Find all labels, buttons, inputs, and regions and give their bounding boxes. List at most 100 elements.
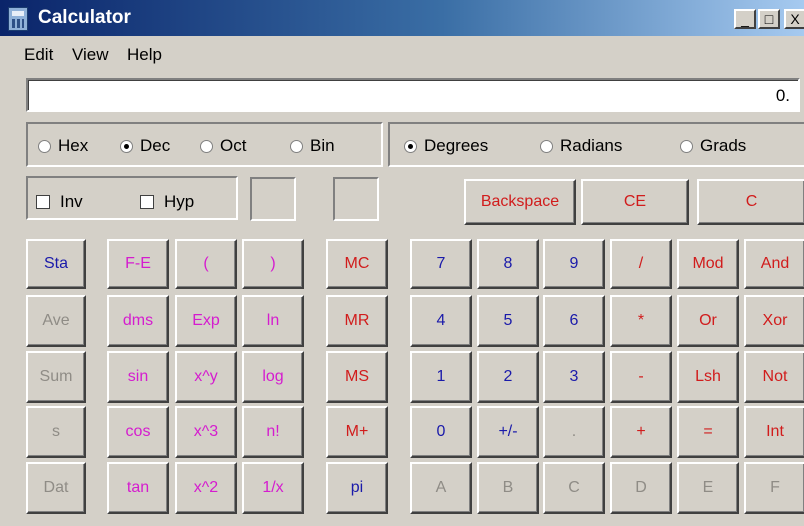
sum-button[interactable]: Sum: [26, 351, 86, 403]
digit-9-button[interactable]: 9: [543, 239, 605, 289]
add-button[interactable]: +: [610, 406, 672, 458]
radio-oct-indicator: [200, 139, 213, 153]
radio-hex-indicator: [38, 139, 51, 153]
radio-bin-label: Bin: [310, 136, 335, 155]
digit-8-button[interactable]: 8: [477, 239, 539, 289]
digit-5-button[interactable]: 5: [477, 295, 539, 347]
mod-button[interactable]: Mod: [677, 239, 739, 289]
factorial-button[interactable]: n!: [242, 406, 304, 458]
hex-a-button[interactable]: A: [410, 462, 472, 514]
digit-4-button[interactable]: 4: [410, 295, 472, 347]
parenthesis-indicator: [250, 177, 296, 221]
minimize-button[interactable]: _: [734, 9, 756, 29]
hex-d-button[interactable]: D: [610, 462, 672, 514]
radio-degrees-label: Degrees: [424, 136, 489, 155]
ln-button[interactable]: ln: [242, 295, 304, 347]
window-title: Calculator: [38, 7, 131, 28]
inv-hyp-group: Inv Hyp: [26, 176, 238, 220]
number-base-group: Hex Dec Oct Bin: [26, 122, 383, 167]
not-button[interactable]: Not: [744, 351, 804, 403]
open-paren-button[interactable]: (: [175, 239, 237, 289]
radio-hex-label: Hex: [58, 136, 89, 155]
sta-button[interactable]: Sta: [26, 239, 86, 289]
sin-button[interactable]: sin: [107, 351, 169, 403]
radio-oct[interactable]: Oct: [200, 136, 246, 156]
digit-1-button[interactable]: 1: [410, 351, 472, 403]
result-display: 0.: [26, 78, 800, 112]
int-button[interactable]: Int: [744, 406, 804, 458]
digit-6-button[interactable]: 6: [543, 295, 605, 347]
digit-2-button[interactable]: 2: [477, 351, 539, 403]
digit-0-button[interactable]: 0: [410, 406, 472, 458]
checkbox-inv-label: Inv: [60, 192, 83, 211]
hex-b-button[interactable]: B: [477, 462, 539, 514]
equals-button[interactable]: =: [677, 406, 739, 458]
radio-degrees-indicator: [404, 139, 417, 153]
mc-button[interactable]: MC: [326, 239, 388, 289]
checkbox-hyp-box: [140, 195, 154, 209]
and-button[interactable]: And: [744, 239, 804, 289]
radio-bin-indicator: [290, 139, 303, 153]
radio-grads-label: Grads: [700, 136, 747, 155]
x-pow-y-button[interactable]: x^y: [175, 351, 237, 403]
close-paren-button[interactable]: ): [242, 239, 304, 289]
ave-button[interactable]: Ave: [26, 295, 86, 347]
memory-indicator: [333, 177, 379, 221]
subtract-button[interactable]: -: [610, 351, 672, 403]
cos-button[interactable]: cos: [107, 406, 169, 458]
close-button[interactable]: X: [784, 9, 804, 29]
menu-help[interactable]: Help: [127, 44, 162, 66]
checkbox-hyp[interactable]: Hyp: [140, 192, 194, 212]
m-plus-button[interactable]: M+: [326, 406, 388, 458]
display-value: 0.: [775, 86, 790, 105]
radio-dec[interactable]: Dec: [120, 136, 170, 156]
dat-button[interactable]: Dat: [26, 462, 86, 514]
x-cubed-button[interactable]: x^3: [175, 406, 237, 458]
radio-bin[interactable]: Bin: [290, 136, 335, 156]
ms-button[interactable]: MS: [326, 351, 388, 403]
fe-button[interactable]: F-E: [107, 239, 169, 289]
log-button[interactable]: log: [242, 351, 304, 403]
hex-c-button[interactable]: C: [543, 462, 605, 514]
tan-button[interactable]: tan: [107, 462, 169, 514]
or-button[interactable]: Or: [677, 295, 739, 347]
checkbox-inv[interactable]: Inv: [36, 192, 83, 212]
calculator-icon: [8, 7, 28, 31]
radio-radians-label: Radians: [560, 136, 623, 155]
clear-button[interactable]: C: [697, 179, 804, 225]
digit-3-button[interactable]: 3: [543, 351, 605, 403]
radio-radians[interactable]: Radians: [540, 136, 622, 156]
mr-button[interactable]: MR: [326, 295, 388, 347]
maximize-button[interactable]: □: [758, 9, 780, 29]
std-dev-button[interactable]: s: [26, 406, 86, 458]
dms-button[interactable]: dms: [107, 295, 169, 347]
menu-edit[interactable]: Edit: [24, 44, 53, 66]
negate-button[interactable]: +/-: [477, 406, 539, 458]
hex-f-button[interactable]: F: [744, 462, 804, 514]
radio-dec-indicator: [120, 139, 133, 153]
radio-grads[interactable]: Grads: [680, 136, 746, 156]
calculator-window: Calculator _ □ X Edit View Help 0. Hex D…: [0, 0, 804, 526]
menu-view[interactable]: View: [72, 44, 109, 66]
reciprocal-button[interactable]: 1/x: [242, 462, 304, 514]
lsh-button[interactable]: Lsh: [677, 351, 739, 403]
radio-radians-indicator: [540, 139, 553, 153]
xor-button[interactable]: Xor: [744, 295, 804, 347]
angle-unit-group: Degrees Radians Grads: [388, 122, 804, 167]
checkbox-hyp-label: Hyp: [164, 192, 195, 211]
hex-e-button[interactable]: E: [677, 462, 739, 514]
pi-button[interactable]: pi: [326, 462, 388, 514]
decimal-point-button[interactable]: .: [543, 406, 605, 458]
radio-degrees[interactable]: Degrees: [404, 136, 488, 156]
divide-button[interactable]: /: [610, 239, 672, 289]
x-squared-button[interactable]: x^2: [175, 462, 237, 514]
radio-hex[interactable]: Hex: [38, 136, 88, 156]
radio-grads-indicator: [680, 139, 693, 153]
digit-7-button[interactable]: 7: [410, 239, 472, 289]
exp-button[interactable]: Exp: [175, 295, 237, 347]
radio-dec-label: Dec: [140, 136, 171, 155]
checkbox-inv-box: [36, 195, 50, 209]
multiply-button[interactable]: *: [610, 295, 672, 347]
backspace-button[interactable]: Backspace: [464, 179, 576, 225]
clear-entry-button[interactable]: CE: [581, 179, 689, 225]
